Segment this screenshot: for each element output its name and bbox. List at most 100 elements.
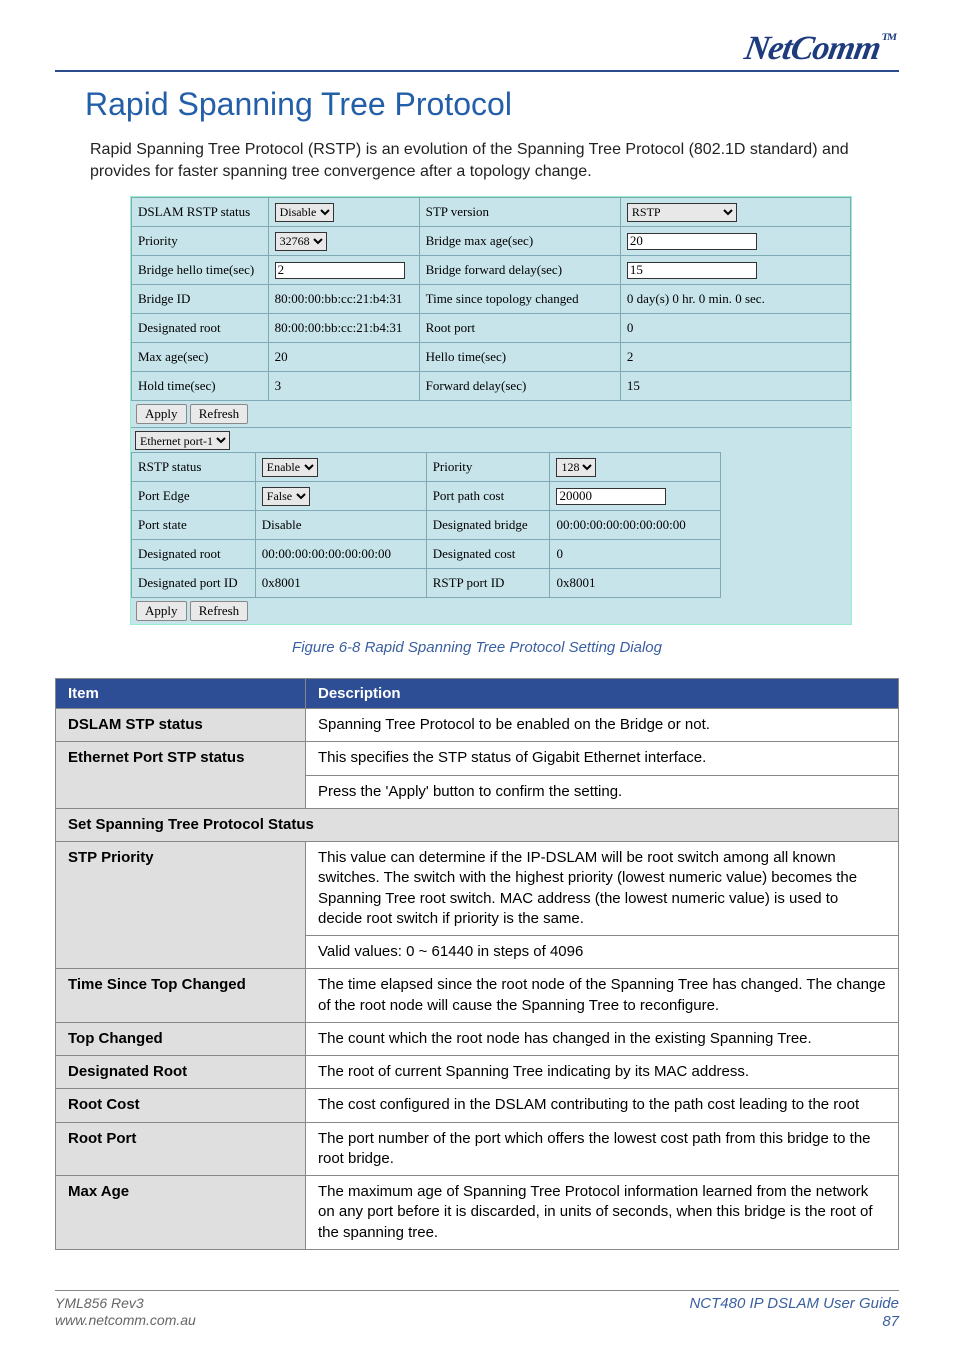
rstp-dialog: DSLAM RSTP status Disable STP version RS… (130, 196, 852, 625)
apply-button-port[interactable]: Apply (136, 601, 187, 621)
desc-header-item: Item (56, 679, 306, 709)
ethernet-port-select[interactable]: Ethernet port-1 (135, 431, 230, 450)
stp-version-label: STP version (419, 198, 620, 227)
port-path-cost-input[interactable] (556, 488, 666, 505)
desc-text: This value can determine if the IP-DSLAM… (306, 842, 899, 936)
stp-version-select[interactable]: RSTP (627, 203, 737, 222)
bridge-max-age-label: Bridge max age(sec) (419, 227, 620, 256)
refresh-button-port[interactable]: Refresh (190, 601, 248, 621)
table-section-row: Set Spanning Tree Protocol Status (56, 808, 899, 841)
desc-item: Time Since Top Changed (56, 969, 306, 1023)
dslam-rstp-status-select[interactable]: Disable (275, 203, 334, 222)
header-rule (55, 70, 899, 72)
table-row: Designated Root The root of current Span… (56, 1056, 899, 1089)
rstp-port-id-value: 0x8001 (550, 569, 721, 598)
rstp-top-grid: DSLAM RSTP status Disable STP version RS… (131, 197, 851, 401)
port-priority-select[interactable]: 128 (556, 458, 596, 477)
bridge-hello-input[interactable] (275, 262, 405, 279)
rstp-status-select[interactable]: Enable (262, 458, 318, 477)
priority-select[interactable]: 32768 (275, 232, 327, 251)
refresh-button-top[interactable]: Refresh (190, 404, 248, 424)
table-row: Ethernet Port STP status This specifies … (56, 742, 899, 775)
footer-guide: NCT480 IP DSLAM User Guide (689, 1295, 899, 1314)
desc-text: The count which the root node has change… (306, 1022, 899, 1055)
desc-item: Designated Root (56, 1056, 306, 1089)
table-row: Time Since Top Changed The time elapsed … (56, 969, 899, 1023)
time-since-label: Time since topology changed (419, 285, 620, 314)
designated-cost-value: 0 (550, 540, 721, 569)
designated-port-id-label: Designated port ID (132, 569, 256, 598)
table-row: DSLAM STP status Spanning Tree Protocol … (56, 709, 899, 742)
table-row: Max Age The maximum age of Spanning Tree… (56, 1176, 899, 1250)
designated-port-id-value: 0x8001 (255, 569, 426, 598)
desc-header-description: Description (306, 679, 899, 709)
intro-text: Rapid Spanning Tree Protocol (RSTP) is a… (90, 139, 894, 182)
port-state-label: Port state (132, 511, 256, 540)
designated-root-value: 80:00:00:bb:cc:21:b4:31 (268, 314, 419, 343)
desc-text: Valid values: 0 ~ 61440 in steps of 4096 (306, 936, 899, 969)
desc-item: Root Cost (56, 1089, 306, 1122)
hold-time-value: 3 (268, 372, 419, 401)
footer-page: 87 (689, 1313, 899, 1332)
desc-item: Root Port (56, 1122, 306, 1176)
rstp-port-id-label: RSTP port ID (426, 569, 550, 598)
apply-button-top[interactable]: Apply (136, 404, 187, 424)
port-state-value: Disable (255, 511, 426, 540)
desc-text: The time elapsed since the root node of … (306, 969, 899, 1023)
desc-text: The root of current Spanning Tree indica… (306, 1056, 899, 1089)
port-designated-root-label: Designated root (132, 540, 256, 569)
port-priority-label: Priority (426, 453, 550, 482)
page-footer: YML856 Rev3 www.netcomm.com.au NCT480 IP… (55, 1290, 899, 1333)
footer-rev: YML856 Rev3 (55, 1295, 196, 1313)
desc-text: Spanning Tree Protocol to be enabled on … (306, 709, 899, 742)
root-port-value: 0 (620, 314, 850, 343)
priority-label: Priority (132, 227, 269, 256)
table-row: Top Changed The count which the root nod… (56, 1022, 899, 1055)
desc-item: STP Priority (56, 842, 306, 969)
hello-time-label: Hello time(sec) (419, 343, 620, 372)
desc-item: DSLAM STP status (56, 709, 306, 742)
designated-root-label: Designated root (132, 314, 269, 343)
bridge-id-label: Bridge ID (132, 285, 269, 314)
designated-cost-label: Designated cost (426, 540, 550, 569)
time-since-value: 0 day(s) 0 hr. 0 min. 0 sec. (620, 285, 850, 314)
desc-item: Ethernet Port STP status (56, 742, 306, 809)
bridge-fwd-input[interactable] (627, 262, 757, 279)
port-designated-root-value: 00:00:00:00:00:00:00:00 (255, 540, 426, 569)
desc-text: Press the 'Apply' button to confirm the … (306, 775, 899, 808)
desc-item: Top Changed (56, 1022, 306, 1055)
port-edge-select[interactable]: False (262, 487, 310, 506)
brand-logo: NetCommTM (55, 20, 899, 68)
max-age-value: 20 (268, 343, 419, 372)
figure-caption: Figure 6-8 Rapid Spanning Tree Protocol … (55, 639, 899, 656)
bridge-hello-label: Bridge hello time(sec) (132, 256, 269, 285)
bridge-max-age-input[interactable] (627, 233, 757, 250)
brand-name: NetComm (742, 30, 883, 67)
desc-section: Set Spanning Tree Protocol Status (56, 808, 899, 841)
rstp-port-grid: RSTP status Enable Priority 128 Port Edg… (131, 452, 721, 598)
rstp-status-label: RSTP status (132, 453, 256, 482)
forward-delay-value: 15 (620, 372, 850, 401)
hello-time-value: 2 (620, 343, 850, 372)
page-title: Rapid Spanning Tree Protocol (85, 86, 899, 123)
brand-tm: TM (881, 32, 897, 43)
forward-delay-label: Forward delay(sec) (419, 372, 620, 401)
desc-text: The maximum age of Spanning Tree Protoco… (306, 1176, 899, 1250)
root-port-label: Root port (419, 314, 620, 343)
desc-item: Max Age (56, 1176, 306, 1250)
description-table: Item Description DSLAM STP status Spanni… (55, 678, 899, 1250)
desc-text: This specifies the STP status of Gigabit… (306, 742, 899, 775)
table-row: STP Priority This value can determine if… (56, 842, 899, 936)
bridge-fwd-label: Bridge forward delay(sec) (419, 256, 620, 285)
desc-text: The cost configured in the DSLAM contrib… (306, 1089, 899, 1122)
desc-text: The port number of the port which offers… (306, 1122, 899, 1176)
dslam-rstp-status-label: DSLAM RSTP status (132, 198, 269, 227)
designated-bridge-label: Designated bridge (426, 511, 550, 540)
table-row: Root Port The port number of the port wh… (56, 1122, 899, 1176)
designated-bridge-value: 00:00:00:00:00:00:00:00 (550, 511, 721, 540)
bridge-id-value: 80:00:00:bb:cc:21:b4:31 (268, 285, 419, 314)
port-edge-label: Port Edge (132, 482, 256, 511)
footer-url: www.netcomm.com.au (55, 1312, 196, 1330)
max-age-label: Max age(sec) (132, 343, 269, 372)
port-path-cost-label: Port path cost (426, 482, 550, 511)
